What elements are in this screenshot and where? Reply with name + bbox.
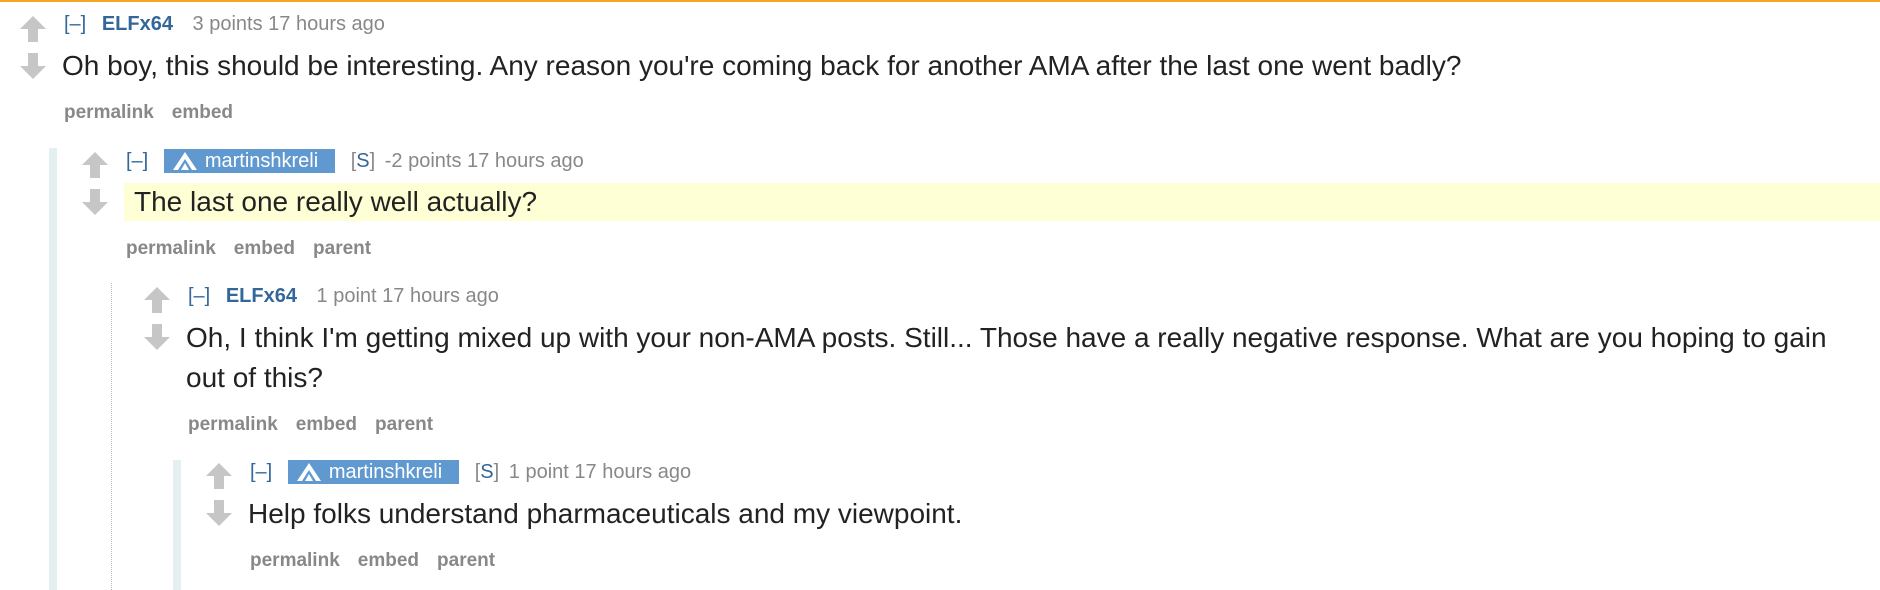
comment-body: Help folks understand pharmaceuticals an… (248, 498, 963, 529)
op-flair-logo-icon (296, 462, 322, 488)
upvote-arrow-icon[interactable] (204, 461, 234, 491)
parent-button[interactable]: parent (437, 550, 495, 571)
submitter-tag[interactable]: [S] (475, 461, 499, 483)
timestamp: 17 hours ago (574, 461, 692, 483)
author-link-op[interactable]: martinshkreli (287, 460, 460, 484)
submitter-tag-letter: S (480, 461, 494, 483)
comment-buttons: permalink embed parent (250, 549, 513, 573)
collapse-toggle[interactable]: [–] (250, 461, 272, 483)
downvote-arrow-icon[interactable] (204, 498, 234, 528)
score: 1 point (508, 461, 569, 483)
author-name: martinshkreli (328, 461, 443, 483)
comment-martinshkreli-2: [–] martinshkreli [S] 1 point 17 hours a… (0, 0, 1880, 590)
embed-button[interactable]: embed (358, 550, 419, 571)
permalink-button[interactable]: permalink (250, 550, 340, 571)
comment-tagline: [–] martinshkreli [S] 1 point 17 hours a… (250, 460, 691, 484)
